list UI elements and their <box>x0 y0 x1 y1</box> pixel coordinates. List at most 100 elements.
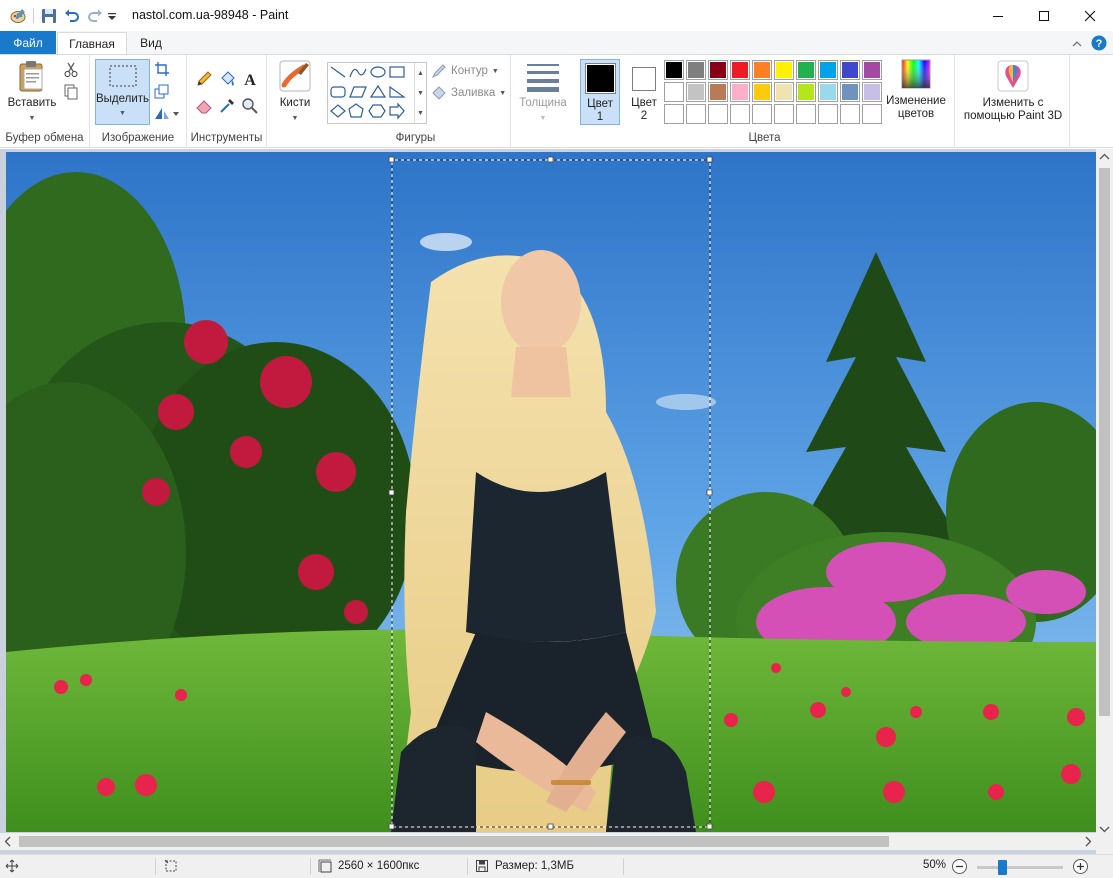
color2-button[interactable]: Цвет 2 <box>624 59 664 123</box>
redo-icon[interactable] <box>86 7 104 25</box>
more-shapes-icon[interactable]: ▼ <box>417 110 424 117</box>
paste-icon <box>19 61 43 92</box>
tab-home[interactable]: Главная <box>57 32 127 56</box>
palette-empty-swatch[interactable] <box>774 104 794 124</box>
undo-icon[interactable] <box>63 7 81 25</box>
paint3d-group: Изменить с помощью Paint 3D <box>955 55 1070 148</box>
text-tool-icon[interactable]: A <box>241 70 259 88</box>
palette-color-swatch[interactable] <box>686 82 706 102</box>
palette-empty-swatch[interactable] <box>752 104 772 124</box>
eraser-icon[interactable] <box>195 97 213 115</box>
palette-empty-swatch[interactable] <box>686 104 706 124</box>
fill-label: Заливка <box>451 87 496 99</box>
palette-color-swatch[interactable] <box>686 60 706 80</box>
palette-color-swatch[interactable] <box>862 60 882 80</box>
palette-color-swatch[interactable] <box>752 82 772 102</box>
palette-color-swatch[interactable] <box>774 82 794 102</box>
fill-bucket-icon[interactable] <box>218 70 236 88</box>
svg-text:A: A <box>244 72 256 88</box>
minimize-icon <box>993 15 1003 17</box>
paint3d-button[interactable]: Изменить с помощью Paint 3D <box>957 59 1069 123</box>
horizontal-scroll-thumb[interactable] <box>19 836 889 847</box>
zoom-out-button[interactable] <box>951 858 968 875</box>
customize-quick-access-icon[interactable] <box>107 7 117 25</box>
minimize-button[interactable] <box>975 0 1021 31</box>
fill-icon <box>432 86 446 100</box>
selection-size-icon <box>164 859 178 873</box>
palette-color-swatch[interactable] <box>664 60 684 80</box>
size-label: Толщина <box>519 97 567 109</box>
palette-empty-swatch[interactable] <box>840 104 860 124</box>
shapes-group: ▲ ▼ ▼ Контур ▼ Заливка ▼ Фигуры <box>321 55 511 148</box>
zoom-slider[interactable] <box>977 860 1063 875</box>
palette-color-swatch[interactable] <box>774 60 794 80</box>
palette-color-swatch[interactable] <box>730 60 750 80</box>
palette-color-swatch[interactable] <box>796 82 816 102</box>
help-icon[interactable]: ? <box>1091 35 1107 54</box>
collapse-ribbon-icon[interactable] <box>1071 38 1083 52</box>
palette-color-swatch[interactable] <box>796 60 816 80</box>
crop-icon[interactable] <box>153 60 171 78</box>
resize-icon[interactable] <box>153 82 171 100</box>
size-button[interactable]: Толщина ▼ <box>515 59 571 125</box>
palette-empty-swatch[interactable] <box>664 104 684 124</box>
palette-empty-swatch[interactable] <box>862 104 882 124</box>
edit-colors-button[interactable]: Изменение цветов <box>883 59 949 121</box>
select-button[interactable]: Выделить ▼ <box>95 59 150 125</box>
paint-window: nastol.com.ua-98948 - Paint Файл Главная… <box>0 0 1113 878</box>
save-icon[interactable] <box>40 7 58 25</box>
pencil-icon[interactable] <box>195 70 213 88</box>
palette-empty-swatch[interactable] <box>796 104 816 124</box>
outline-button[interactable]: Контур ▼ <box>431 63 499 79</box>
zoom-slider-thumb[interactable] <box>997 860 1007 875</box>
palette-empty-swatch[interactable] <box>818 104 838 124</box>
canvas-image[interactable] <box>6 152 1096 832</box>
color2-label: Цвет <box>631 97 657 109</box>
copy-icon[interactable] <box>62 83 80 101</box>
cut-icon[interactable] <box>62 61 80 79</box>
file-size: Размер: 1,3МБ <box>475 859 574 873</box>
brushes-button[interactable]: Кисти ▼ <box>273 59 317 125</box>
shapes-gallery[interactable]: ▲ ▼ ▼ <box>327 62 427 124</box>
zoom-in-button[interactable] <box>1072 858 1089 875</box>
palette-color-swatch[interactable] <box>664 82 684 102</box>
rotate-icon[interactable] <box>153 104 179 122</box>
palette-empty-swatch[interactable] <box>730 104 750 124</box>
palette-color-swatch[interactable] <box>840 82 860 102</box>
palette-color-swatch[interactable] <box>730 82 750 102</box>
palette-color-swatch[interactable] <box>752 60 772 80</box>
vertical-scroll-thumb[interactable] <box>1099 168 1110 716</box>
palette-color-swatch[interactable] <box>818 60 838 80</box>
color1-button[interactable]: Цвет 1 <box>580 59 620 125</box>
palette-color-swatch[interactable] <box>840 60 860 80</box>
chevron-down-icon[interactable]: ▼ <box>417 90 424 97</box>
shapes-group-label: Фигуры <box>395 132 436 144</box>
palette-color-swatch[interactable] <box>708 82 728 102</box>
palette-color-swatch[interactable] <box>708 60 728 80</box>
palette-color-swatch[interactable] <box>862 82 882 102</box>
tab-file[interactable]: Файл <box>0 31 56 55</box>
scroll-right-icon[interactable] <box>1079 833 1096 850</box>
ribbon-tabs: Файл Главная Вид ? <box>0 31 1113 56</box>
palette-empty-swatch[interactable] <box>708 104 728 124</box>
image-dimensions-text: 2560 × 1600пкс <box>338 860 420 872</box>
scroll-down-icon[interactable] <box>1096 820 1113 837</box>
vertical-scrollbar[interactable] <box>1096 149 1113 837</box>
palette-color-swatch[interactable] <box>818 82 838 102</box>
color-picker-icon[interactable] <box>218 97 236 115</box>
close-button[interactable] <box>1067 0 1113 31</box>
brushes-label: Кисти <box>279 97 311 109</box>
magnifier-icon[interactable] <box>241 97 259 115</box>
scroll-left-icon[interactable] <box>0 833 17 850</box>
maximize-button[interactable] <box>1021 0 1067 31</box>
chevron-up-icon[interactable]: ▲ <box>417 70 424 77</box>
chevron-down-icon: ▼ <box>291 115 299 122</box>
paint-app-icon[interactable] <box>9 7 27 25</box>
color-spectrum-icon <box>901 59 931 89</box>
horizontal-scrollbar[interactable] <box>0 833 1096 850</box>
fill-button[interactable]: Заливка ▼ <box>431 85 506 101</box>
tab-view[interactable]: Вид <box>128 32 174 55</box>
paste-button[interactable]: Вставить ▼ <box>6 59 58 125</box>
scroll-up-icon[interactable] <box>1096 149 1113 166</box>
paint3d-line2: помощью Paint 3D <box>963 110 1063 122</box>
